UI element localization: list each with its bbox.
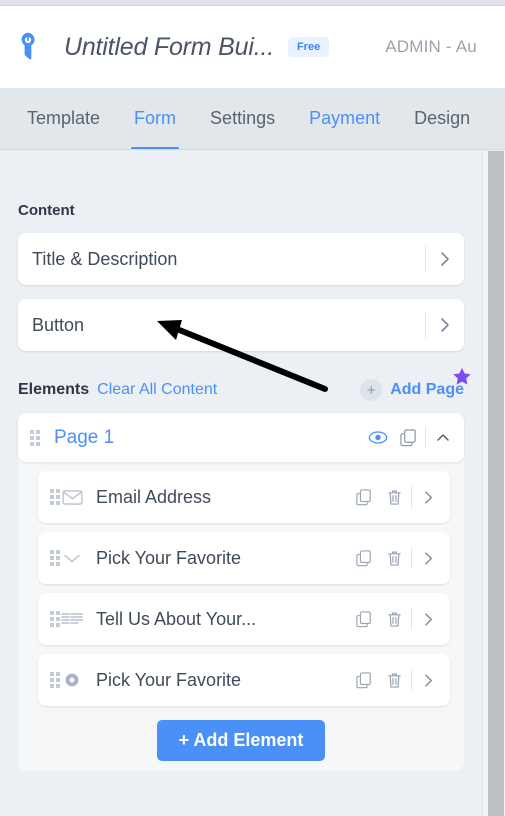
form-builder-screen: Untitled Form Bui... Free ADMIN - Au Tem… [0,0,505,816]
chevron-right-icon[interactable] [426,317,464,333]
clear-all-content-link[interactable]: Clear All Content [97,381,217,399]
page-group: Page 1 Email Address Pick Your Favorite … [18,413,464,771]
element-row-email-address[interactable]: Email Address [38,471,450,523]
page-header-row[interactable]: Page 1 [18,413,464,462]
drag-handle-icon[interactable] [50,550,60,566]
copy-icon[interactable] [349,482,379,512]
copy-icon[interactable] [349,604,379,634]
vertical-scrollbar[interactable] [482,151,505,816]
element-row-dropdown[interactable]: Pick Your Favorite [38,532,450,584]
envelope-icon [60,489,84,505]
form-title[interactable]: Untitled Form Bui... [64,33,274,62]
account-label[interactable]: ADMIN - Au [385,37,477,57]
app-header: Untitled Form Bui... Free ADMIN - Au [0,6,505,88]
divider [411,547,412,569]
paragraph-lines-icon [60,612,84,626]
tab-design[interactable]: Design [397,88,487,149]
trash-icon[interactable] [379,665,409,695]
element-label: Email Address [96,486,212,507]
chevron-right-icon[interactable] [414,665,444,695]
divider [411,669,412,691]
chevron-right-icon[interactable] [414,482,444,512]
plus-icon: + [360,379,383,401]
element-label: Pick Your Favorite [96,669,242,690]
divider [411,608,412,630]
content-card-label: Title & Description [32,248,178,269]
chevron-right-icon[interactable] [414,543,444,573]
trash-icon[interactable] [379,543,409,573]
divider [411,486,412,508]
chevron-down-icon [60,552,84,564]
tab-template[interactable]: Template [10,88,117,149]
element-label: Pick Your Favorite [96,547,242,568]
divider [425,426,426,449]
element-row-long-text[interactable]: Tell Us About Your... [38,593,450,645]
plan-badge[interactable]: Free [287,37,330,57]
drag-handle-icon[interactable] [50,672,60,688]
trash-icon[interactable] [379,482,409,512]
add-page-button[interactable]: + Add Page [360,367,471,401]
chevron-right-icon[interactable] [426,251,464,267]
content-section-title: Content [18,202,75,219]
eye-icon[interactable] [363,423,393,453]
elements-header: Elements Clear All Content + Add Page [18,367,471,401]
jotform-logo-icon[interactable] [14,30,48,64]
chevron-right-icon[interactable] [414,604,444,634]
add-element-container: + Add Element [18,720,464,761]
copy-icon[interactable] [393,423,423,453]
tab-settings[interactable]: Settings [193,88,292,149]
scrollbar-thumb[interactable] [488,151,504,816]
builder-panel: Content Title & Description Button Eleme… [0,151,482,816]
chevron-up-icon[interactable] [428,423,458,453]
content-card-title-description[interactable]: Title & Description [18,233,464,285]
content-card-label: Button [32,314,85,335]
drag-handle-icon[interactable] [30,429,40,446]
star-icon [451,366,473,393]
content-card-button[interactable]: Button [18,299,464,351]
elements-title: Elements [18,381,90,398]
page-name[interactable]: Page 1 [54,427,363,449]
trash-icon[interactable] [379,604,409,634]
drag-handle-icon[interactable] [50,489,60,505]
element-row-single-choice[interactable]: Pick Your Favorite [38,654,450,706]
add-element-button[interactable]: + Add Element [156,720,326,761]
radio-button-icon [60,672,84,688]
tab-payment[interactable]: Payment [292,88,397,149]
drag-handle-icon[interactable] [50,611,60,627]
copy-icon[interactable] [349,665,379,695]
main-tabs: Template Form Settings Payment Design [0,88,505,150]
element-label: Tell Us About Your... [96,608,257,629]
copy-icon[interactable] [349,543,379,573]
tab-form[interactable]: Form [117,88,193,149]
